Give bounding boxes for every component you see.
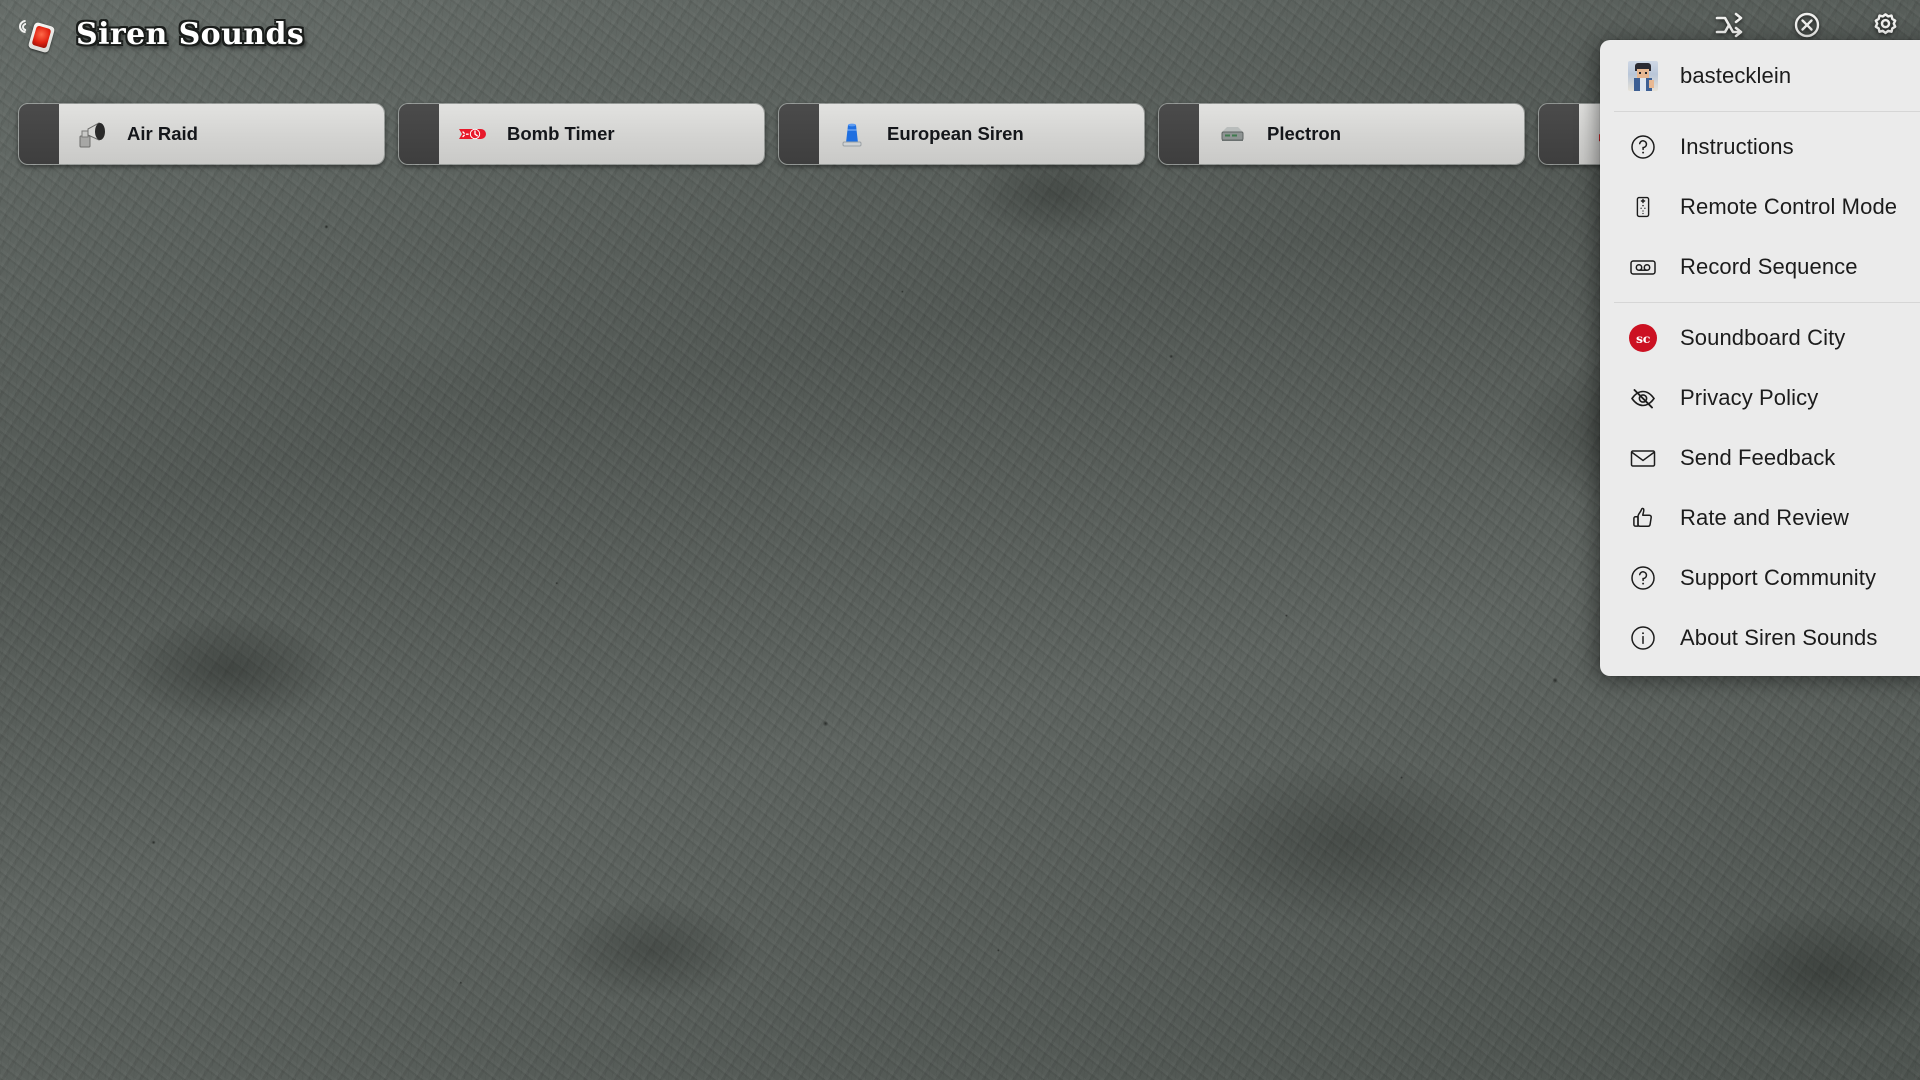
sound-button-air-raid[interactable]: Air Raid xyxy=(18,103,385,165)
menu-item-label: Soundboard City xyxy=(1680,325,1846,350)
shuffle-icon[interactable] xyxy=(1712,8,1746,42)
menu-item-label: Privacy Policy xyxy=(1680,385,1819,410)
overflow-menu: bastecklein Instructions Remote Control … xyxy=(1600,40,1920,676)
soundboard-city-badge-text: sc xyxy=(1629,324,1657,352)
eye-slash-icon xyxy=(1628,383,1658,413)
app-root: Siren Sounds Air Raid Bomb Timer Europea… xyxy=(0,0,1920,1080)
stop-icon[interactable] xyxy=(1790,8,1824,42)
menu-item-label: About Siren Sounds xyxy=(1680,625,1878,650)
menu-item-label: Rate and Review xyxy=(1680,505,1850,530)
blue-beacon-icon xyxy=(835,117,869,151)
siren-app-logo-icon xyxy=(16,15,60,57)
button-tab xyxy=(1159,104,1199,164)
menu-item-label: Record Sequence xyxy=(1680,254,1858,279)
menu-item-label: Remote Control Mode xyxy=(1680,194,1898,219)
sound-button-plectron[interactable]: Plectron xyxy=(1158,103,1525,165)
menu-item-privacy-policy[interactable]: Privacy Policy xyxy=(1600,368,1920,428)
button-tab xyxy=(399,104,439,164)
button-tab xyxy=(19,104,59,164)
button-tab xyxy=(1539,104,1579,164)
menu-item-about-siren-sounds[interactable]: About Siren Sounds xyxy=(1600,608,1920,668)
info-circle-icon xyxy=(1628,623,1658,653)
menu-item-label: Send Feedback xyxy=(1680,445,1836,470)
sound-button-label: European Siren xyxy=(887,123,1024,144)
sound-button-label: Air Raid xyxy=(127,123,198,144)
air-raid-siren-icon xyxy=(75,117,109,151)
menu-item-label: Support Community xyxy=(1680,565,1877,590)
menu-separator xyxy=(1614,111,1920,112)
menu-item-label: bastecklein xyxy=(1680,63,1792,88)
sound-button-european-siren[interactable]: European Siren xyxy=(778,103,1145,165)
gear-icon[interactable] xyxy=(1868,8,1902,42)
plectron-radio-icon xyxy=(1215,117,1249,151)
remote-control-icon xyxy=(1628,192,1658,222)
menu-item-soundboard-city[interactable]: sc Soundboard City xyxy=(1600,308,1920,368)
page-title: Siren Sounds xyxy=(76,16,305,52)
avatar xyxy=(1628,61,1658,91)
menu-item-record-sequence[interactable]: Record Sequence xyxy=(1600,237,1920,297)
sound-button-label: Bomb Timer xyxy=(507,123,615,144)
sound-button-bomb-timer[interactable]: Bomb Timer xyxy=(398,103,765,165)
cassette-record-icon xyxy=(1628,252,1658,282)
question-circle-icon xyxy=(1628,132,1658,162)
menu-item-instructions[interactable]: Instructions xyxy=(1600,117,1920,177)
thumbs-up-icon xyxy=(1628,503,1658,533)
menu-item-account[interactable]: bastecklein xyxy=(1600,46,1920,106)
menu-item-label: Instructions xyxy=(1680,134,1794,159)
button-face: European Siren xyxy=(819,104,1144,164)
menu-item-rate-and-review[interactable]: Rate and Review xyxy=(1600,488,1920,548)
button-face: Air Raid xyxy=(59,104,384,164)
header-actions xyxy=(1712,8,1902,42)
button-face: Bomb Timer xyxy=(439,104,764,164)
button-face: Plectron xyxy=(1199,104,1524,164)
soundboard-city-badge-icon: sc xyxy=(1628,323,1658,353)
menu-separator xyxy=(1614,302,1920,303)
button-tab xyxy=(779,104,819,164)
bomb-timer-icon xyxy=(455,117,489,151)
menu-item-support-community[interactable]: Support Community xyxy=(1600,548,1920,608)
menu-item-send-feedback[interactable]: Send Feedback xyxy=(1600,428,1920,488)
envelope-icon xyxy=(1628,443,1658,473)
question-circle-icon xyxy=(1628,563,1658,593)
menu-item-remote-control-mode[interactable]: Remote Control Mode xyxy=(1600,177,1920,237)
sound-button-label: Plectron xyxy=(1267,123,1342,144)
